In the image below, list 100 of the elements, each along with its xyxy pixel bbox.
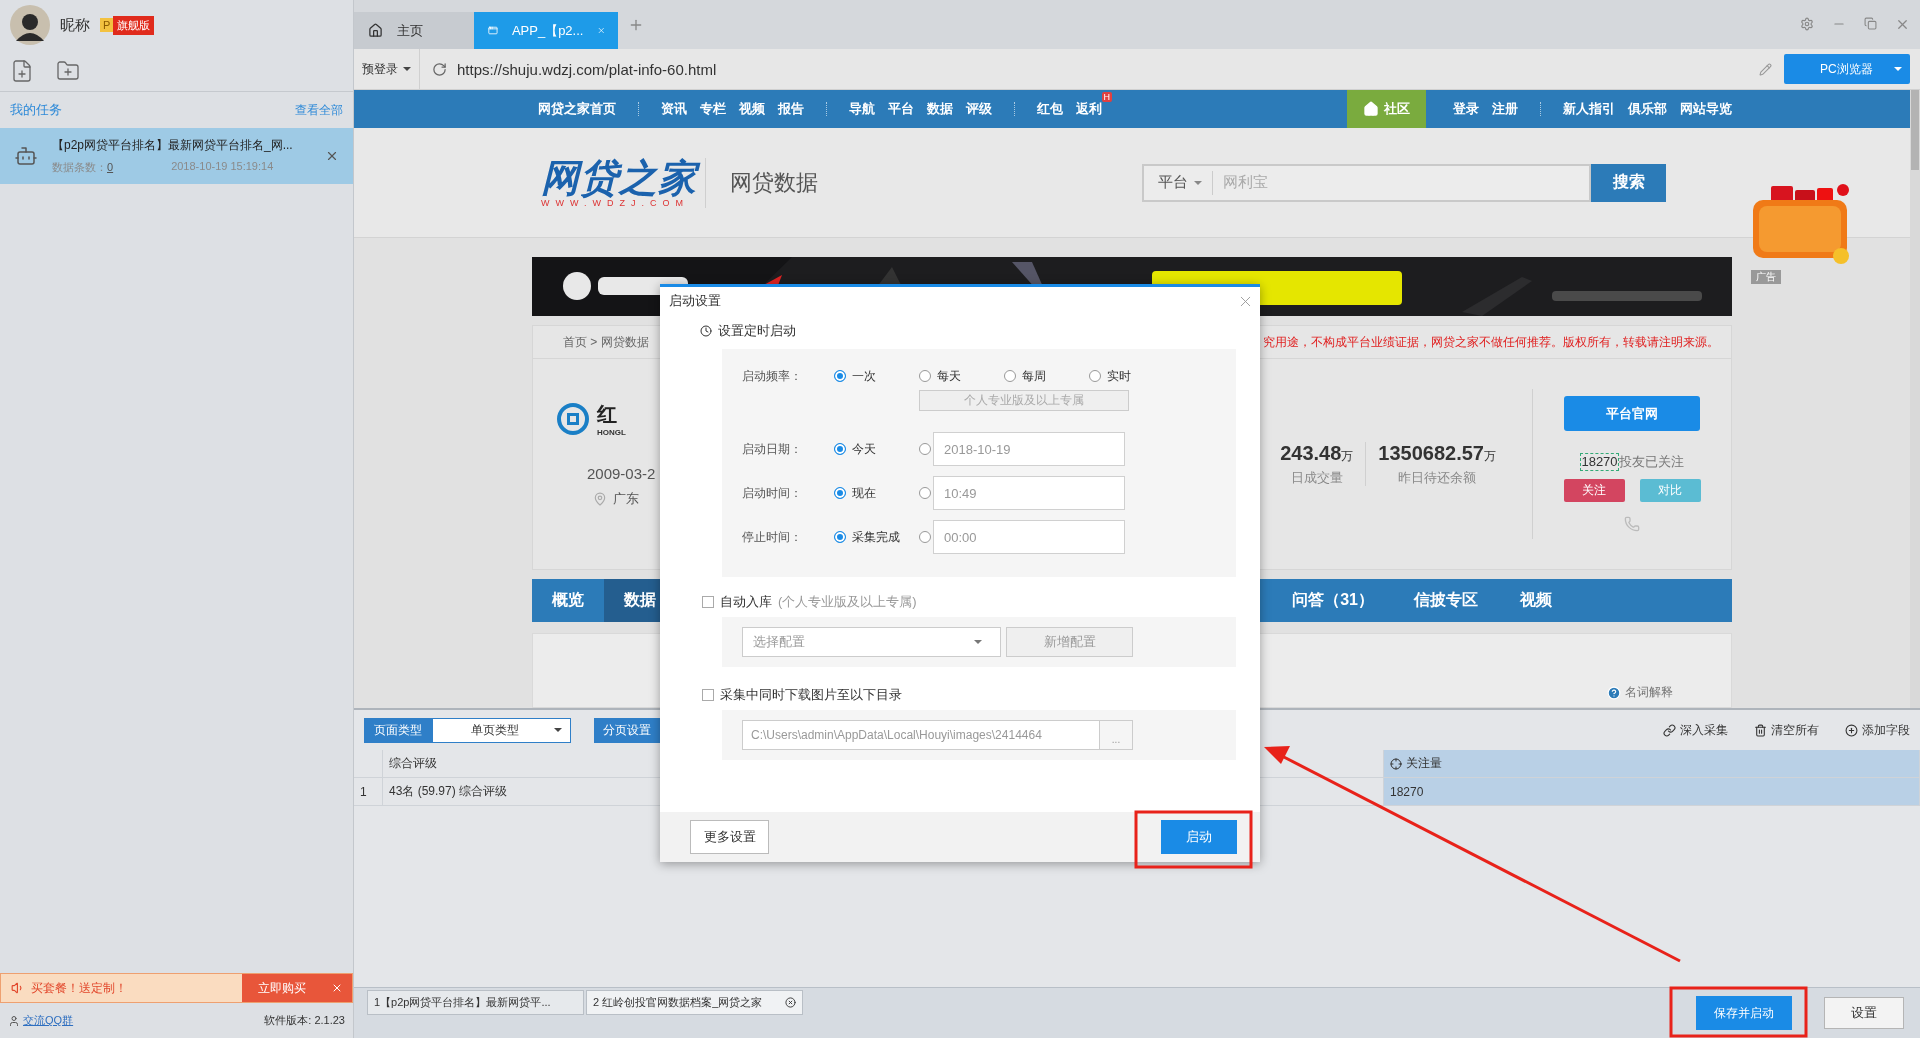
- settings-icon[interactable]: [1800, 17, 1814, 31]
- field-label: 页面类型: [364, 717, 432, 743]
- radio-button[interactable]: [919, 443, 931, 455]
- radio-label: 现在: [852, 484, 876, 502]
- follow-button[interactable]: 关注: [1563, 479, 1625, 502]
- nav-link[interactable]: 资讯: [661, 100, 687, 118]
- browse-button[interactable]: ...: [1100, 720, 1133, 750]
- add-config-button[interactable]: 新增配置: [1006, 627, 1133, 657]
- platform-logo-icon: [557, 402, 589, 435]
- radio-label: 一次: [852, 367, 876, 385]
- login-menu[interactable]: 预登录: [354, 49, 420, 89]
- nav-link[interactable]: 网站导览: [1680, 100, 1732, 118]
- radio-button[interactable]: [1089, 370, 1101, 382]
- page-tab[interactable]: 问答（31）: [1274, 579, 1392, 622]
- trash-icon: [1754, 723, 1767, 737]
- nav-link[interactable]: 注册: [1492, 100, 1518, 118]
- task-tab[interactable]: 1【p2p网贷平台排名】最新网贷平...: [367, 990, 584, 1015]
- nav-link[interactable]: 平台: [888, 100, 914, 118]
- robot-icon: [14, 144, 38, 168]
- caret-icon: [554, 728, 562, 732]
- start-button[interactable]: 启动: [1161, 820, 1237, 854]
- search-field[interactable]: 平台 网利宝: [1142, 163, 1591, 202]
- ad-label: 广告: [1751, 270, 1781, 284]
- close-icon[interactable]: [785, 997, 796, 1008]
- field-label: 启动时间：: [742, 484, 803, 502]
- page-tab[interactable]: 视频: [1500, 579, 1572, 622]
- radio-button[interactable]: [834, 443, 846, 455]
- view-all-link[interactable]: 查看全部: [295, 101, 343, 119]
- stat-label: 日成交量: [1290, 468, 1343, 487]
- browser-tab[interactable]: APP_【p2...: [474, 12, 618, 49]
- path-field[interactable]: C:\Users\admin\AppData\Local\Houyi\images\2414464: [742, 720, 1100, 750]
- nav-link[interactable]: 网贷之家首页: [538, 100, 616, 118]
- radio-button[interactable]: [919, 487, 931, 499]
- page-tab[interactable]: 信披专区: [1396, 579, 1496, 622]
- task-time: 2018-10-19 15:19:14: [171, 160, 274, 174]
- platform-name-en: HONGL: [597, 427, 626, 437]
- caret-icon: [1894, 67, 1902, 71]
- glossary-link[interactable]: 名词解释: [1607, 684, 1673, 701]
- column-header[interactable]: 关注量: [1384, 750, 1920, 777]
- new-file-icon[interactable]: [10, 58, 34, 83]
- section-title: 我的任务: [10, 101, 62, 119]
- nav-link[interactable]: 登录: [1453, 100, 1479, 118]
- nav-link[interactable]: 导航: [849, 100, 875, 118]
- nav-link[interactable]: 新人指引: [1563, 100, 1615, 118]
- radio-label: 今天: [852, 440, 876, 458]
- buy-button[interactable]: 立即购买: [242, 974, 322, 1002]
- input-field[interactable]: 2018-10-19: [933, 432, 1125, 466]
- checkbox[interactable]: 自动入库 (个人专业版及以上专属): [702, 593, 917, 611]
- browser-mode-button[interactable]: PC浏览器: [1784, 54, 1910, 84]
- radio-button[interactable]: [834, 531, 846, 543]
- add-icon: [1845, 723, 1858, 737]
- search-button[interactable]: 搜索: [1591, 163, 1666, 202]
- official-site-button[interactable]: 平台官网: [1564, 396, 1700, 431]
- qq-group-link[interactable]: 交流QQ群: [8, 1013, 74, 1028]
- phone-icon: [1624, 516, 1640, 532]
- community-tab[interactable]: 社区: [1347, 90, 1426, 128]
- task-item[interactable]: 【p2p网贷平台排名】最新网贷平台排名_网... 数据条数：0 2018-10-19 15:19:14: [0, 128, 353, 184]
- page-tab[interactable]: 概览: [532, 579, 604, 622]
- scrollbar-thumb[interactable]: [1911, 90, 1919, 170]
- toolbar-action[interactable]: 深入采集: [1663, 721, 1728, 739]
- version-text: 软件版本: 2.1.23: [264, 1013, 345, 1028]
- input-field[interactable]: 10:49: [933, 476, 1125, 510]
- site-url: WWW.WDZJ.COM: [541, 197, 690, 208]
- task-tab[interactable]: 2 红岭创投官网数据档案_网贷之家: [586, 990, 803, 1015]
- input-field[interactable]: 00:00: [933, 520, 1125, 554]
- field-label: 停止时间：: [742, 528, 803, 546]
- page-type-select[interactable]: 单页类型: [432, 717, 571, 743]
- radio-button[interactable]: [1004, 370, 1016, 382]
- checkbox[interactable]: 采集中同时下载图片至以下目录: [702, 686, 902, 704]
- nav-link[interactable]: 报告: [778, 100, 804, 118]
- toolbar-action[interactable]: 清空所有: [1754, 721, 1819, 739]
- radio-label: 每周: [1022, 367, 1046, 385]
- stat-label: 昨日待还余额: [1398, 468, 1477, 487]
- new-folder-icon[interactable]: [56, 58, 80, 83]
- radio-button[interactable]: [919, 531, 931, 543]
- nav-link[interactable]: 返利: [1076, 100, 1102, 118]
- reload-icon[interactable]: [432, 61, 447, 77]
- config-select[interactable]: 选择配置: [742, 627, 1001, 657]
- nav-link[interactable]: 视频: [739, 100, 765, 118]
- close-icon[interactable]: [331, 982, 343, 994]
- radio-button[interactable]: [919, 370, 931, 382]
- edit-icon[interactable]: [1759, 62, 1772, 76]
- save-and-start-button[interactable]: 保存并启动: [1696, 996, 1792, 1030]
- radio-button[interactable]: [834, 487, 846, 499]
- nav-link[interactable]: 专栏: [700, 100, 726, 118]
- radio-button[interactable]: [834, 370, 846, 382]
- close-icon[interactable]: [325, 149, 339, 163]
- url-field[interactable]: https://shuju.wdzj.com/plat-info-60.html: [457, 60, 717, 78]
- nav-badge: H: [1101, 92, 1112, 102]
- paging-settings-button[interactable]: 分页设置: [594, 717, 660, 743]
- promo-text: 买套餐！送定制！: [31, 979, 127, 997]
- nav-link[interactable]: 评级: [966, 100, 992, 118]
- nav-link[interactable]: 红包: [1037, 100, 1063, 118]
- more-settings-button[interactable]: 更多设置: [690, 820, 769, 854]
- nav-link[interactable]: 数据: [927, 100, 953, 118]
- restore-icon[interactable]: [1864, 17, 1877, 30]
- settings-button[interactable]: 设置: [1824, 997, 1904, 1029]
- toolbar-action[interactable]: 添加字段: [1845, 721, 1910, 739]
- browser-tab[interactable]: 主页: [354, 12, 474, 49]
- nav-link[interactable]: 俱乐部: [1628, 100, 1667, 118]
